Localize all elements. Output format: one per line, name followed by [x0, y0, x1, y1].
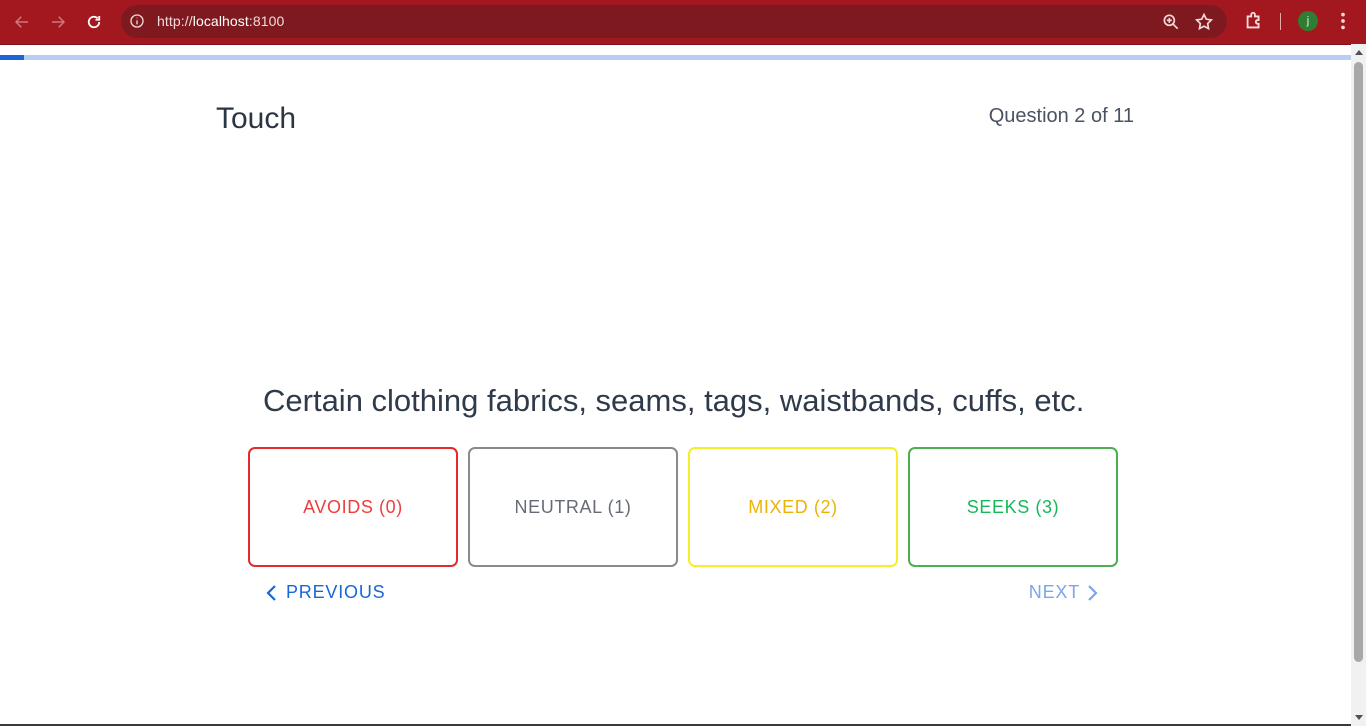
page-title: Touch	[216, 102, 297, 135]
puzzle-icon[interactable]	[1243, 10, 1265, 32]
arrow-right-icon	[52, 16, 66, 28]
chevron-right-icon	[1088, 584, 1098, 601]
address-bar[interactable]: http://localhost:8100	[121, 5, 1227, 38]
question-navigation: PREVIOUS NEXT	[264, 582, 1100, 608]
url-host: localhost	[192, 13, 249, 29]
arrow-left-icon	[14, 16, 28, 28]
url-scheme: http://	[157, 13, 193, 29]
reload-icon	[87, 15, 101, 29]
answer-label: SEEKS (3)	[966, 496, 1060, 517]
avatar-letter: j	[1306, 15, 1310, 27]
answer-options: AVOIDS (0) NEUTRAL (1) MIXED (2) SEEKS (…	[248, 447, 1118, 567]
scrollbar[interactable]	[1351, 44, 1366, 726]
answer-neutral-button[interactable]: NEUTRAL (1)	[468, 447, 678, 567]
chevron-left-icon	[266, 584, 276, 601]
answer-mixed-button[interactable]: MIXED (2)	[688, 447, 898, 567]
answer-seeks-button[interactable]: SEEKS (3)	[908, 447, 1118, 567]
next-label: NEXT	[1028, 582, 1080, 602]
url-port: :8100	[248, 13, 285, 29]
scroll-up-arrow-icon[interactable]	[1355, 50, 1363, 55]
answer-avoids-button[interactable]: AVOIDS (0)	[248, 447, 458, 567]
star-icon[interactable]	[1194, 12, 1214, 32]
question-counter: Question 2 of 11	[988, 105, 1134, 127]
info-icon[interactable]	[129, 13, 145, 29]
browser-toolbar: http://localhost:8100 j	[0, 0, 1366, 45]
reload-button[interactable]	[81, 9, 107, 35]
avatar[interactable]: j	[1298, 11, 1318, 31]
previous-button[interactable]: PREVIOUS	[264, 582, 385, 603]
answer-label: NEUTRAL (1)	[514, 496, 632, 517]
toolbar-divider	[1280, 13, 1281, 30]
answer-label: AVOIDS (0)	[303, 496, 403, 517]
progress-fill	[0, 55, 25, 60]
scroll-thumb[interactable]	[1354, 62, 1363, 662]
zoom-icon[interactable]	[1161, 12, 1181, 32]
progress-bar	[0, 55, 1351, 60]
answer-label: MIXED (2)	[748, 496, 838, 517]
back-button[interactable]	[9, 9, 35, 35]
question-text: Certain clothing fabrics, seams, tags, w…	[263, 383, 1085, 418]
url-text: http://localhost:8100	[157, 13, 284, 29]
scroll-down-arrow-icon[interactable]	[1355, 715, 1363, 720]
previous-label: PREVIOUS	[286, 582, 386, 602]
kebab-menu-icon[interactable]	[1332, 10, 1354, 32]
next-button[interactable]: NEXT	[1029, 582, 1100, 603]
forward-button[interactable]	[45, 9, 71, 35]
